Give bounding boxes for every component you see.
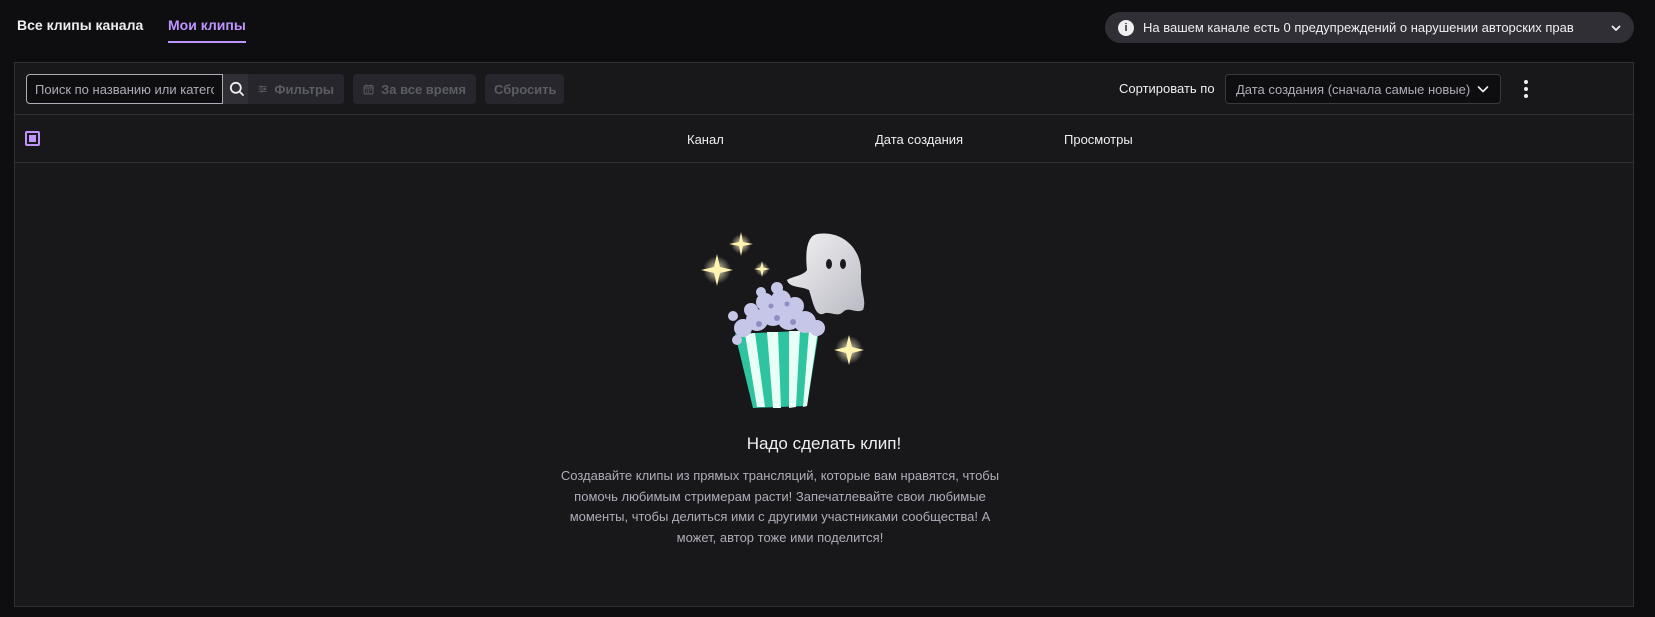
clips-toolbar: Фильтры За все время Сбросить Сортироват… bbox=[15, 63, 1633, 115]
info-icon: i bbox=[1118, 19, 1134, 36]
copyright-notice-text: На вашем канале есть 0 предупреждений о … bbox=[1143, 20, 1574, 35]
sliders-icon bbox=[258, 85, 267, 93]
tab-all-channel-clips[interactable]: Все клипы канала bbox=[17, 17, 143, 33]
tab-my-clips[interactable]: Мои клипы bbox=[168, 17, 246, 43]
more-vertical-icon bbox=[1524, 80, 1528, 84]
empty-state: Надо сделать клип! Создавайте клипы из п… bbox=[15, 164, 1633, 607]
search-button[interactable] bbox=[223, 74, 251, 104]
sort-label: Сортировать по bbox=[1119, 81, 1215, 96]
filters-label: Фильтры bbox=[274, 81, 334, 97]
empty-state-description: Создавайте клипы из прямых трансляций, к… bbox=[560, 468, 1000, 545]
reset-label: Сбросить bbox=[494, 81, 557, 97]
search-icon bbox=[229, 81, 244, 96]
table-header: Канал Дата создания Просмотры bbox=[15, 115, 1633, 163]
time-range-button[interactable]: За все время bbox=[353, 74, 476, 104]
tab-all-channel-clips-label: Все клипы канала bbox=[17, 17, 144, 33]
chevron-down-icon bbox=[1611, 25, 1621, 31]
reset-button[interactable]: Сбросить bbox=[485, 74, 564, 104]
empty-state-title: Надо сделать клип! bbox=[746, 434, 902, 453]
sort-select-value: Дата создания (сначала самые новые) bbox=[1236, 81, 1471, 97]
more-vertical-icon-dot bbox=[1524, 94, 1528, 98]
select-all-checkbox[interactable] bbox=[25, 131, 40, 146]
clips-panel: Фильтры За все время Сбросить Сортироват… bbox=[14, 62, 1634, 607]
top-tab-bar: Все клипы канала Мои клипы i На вашем ка… bbox=[0, 0, 1655, 54]
column-header-views[interactable]: Просмотры bbox=[1064, 132, 1133, 147]
calendar-icon bbox=[363, 84, 374, 94]
tab-my-clips-label: Мои клипы bbox=[168, 17, 246, 33]
copyright-notice-dropdown[interactable]: i На вашем канале есть 0 предупреждений … bbox=[1105, 12, 1634, 43]
popcorn-icon bbox=[728, 282, 825, 408]
search-input[interactable] bbox=[26, 74, 223, 104]
active-tab-indicator bbox=[168, 41, 246, 43]
sort-select[interactable]: Дата создания (сначала самые новые) bbox=[1225, 74, 1501, 104]
column-header-date-created[interactable]: Дата создания bbox=[875, 132, 963, 147]
empty-state-illustration bbox=[701, 232, 865, 408]
time-range-label: За все время bbox=[381, 81, 466, 97]
chevron-down-icon bbox=[1477, 86, 1489, 93]
column-header-channel[interactable]: Канал bbox=[687, 132, 724, 147]
more-options-button[interactable] bbox=[1515, 74, 1537, 104]
more-vertical-icon-dot bbox=[1524, 87, 1528, 91]
filters-button[interactable]: Фильтры bbox=[248, 74, 344, 104]
